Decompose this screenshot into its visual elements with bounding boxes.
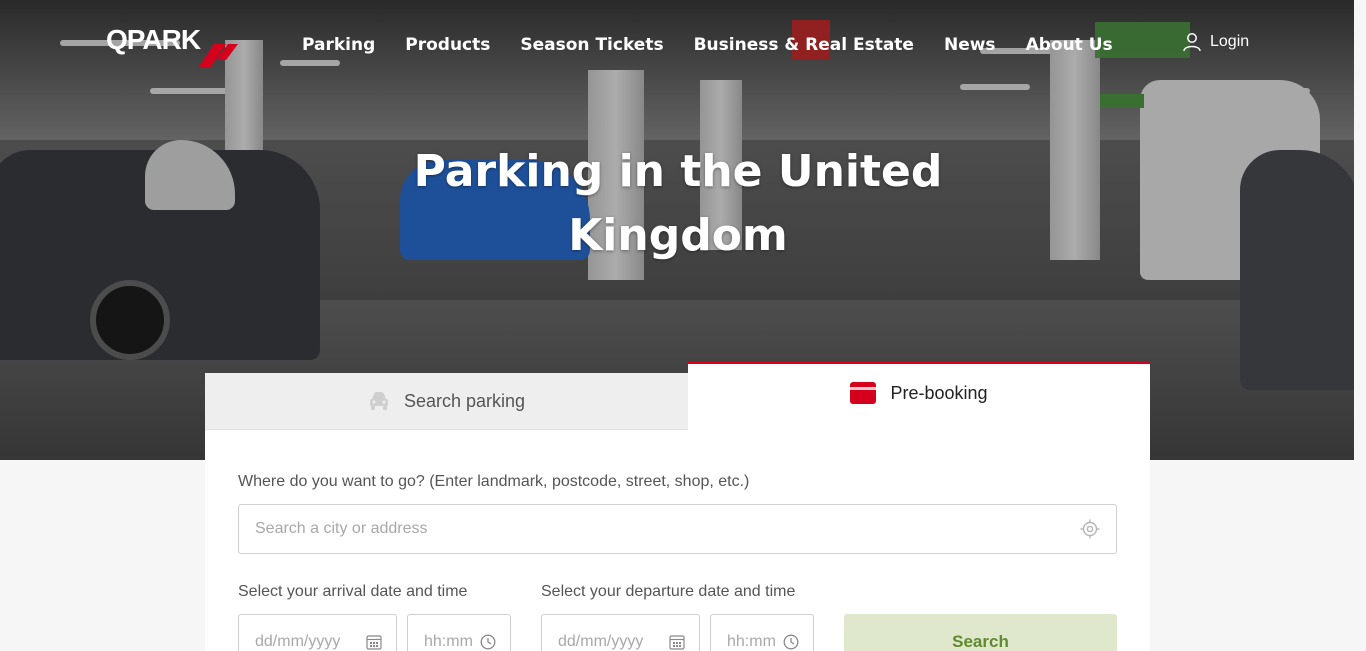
crosshair-icon[interactable]	[1080, 519, 1100, 539]
credit-card-icon	[850, 382, 877, 404]
tab-search-parking-label: Search parking	[403, 390, 526, 411]
arrival-label: Select your arrival date and time	[238, 583, 468, 600]
user-icon	[1183, 33, 1201, 52]
location-field	[238, 504, 1117, 554]
qpark-logo[interactable]: QPARK	[106, 20, 238, 72]
nav-season-tickets[interactable]: Season Tickets	[520, 32, 663, 58]
page-title-line2: Kingdom	[568, 210, 788, 261]
nav-news[interactable]: News	[944, 32, 996, 58]
login-label: Login	[1210, 33, 1250, 50]
nav-business-real-estate[interactable]: Business & Real Estate	[694, 32, 914, 58]
tab-search-parking[interactable]: Search parking	[205, 373, 688, 430]
car-icon	[369, 392, 388, 410]
main-nav: Parking Products Season Tickets Business…	[302, 32, 1113, 58]
calendar-icon[interactable]	[669, 634, 685, 650]
logo-text: QPARK	[106, 24, 201, 55]
booking-form: Where do you want to go? (Enter landmark…	[205, 430, 1150, 651]
logo-slash-icon	[198, 44, 238, 68]
page-title: Parking in the United Kingdom	[383, 140, 973, 268]
location-label: Where do you want to go? (Enter landmark…	[238, 473, 750, 490]
departure-time-field	[710, 614, 814, 651]
search-button[interactable]: Search	[844, 614, 1117, 651]
arrival-date-field	[238, 614, 397, 651]
clock-icon[interactable]	[783, 634, 799, 650]
departure-date-field	[541, 614, 700, 651]
nav-products[interactable]: Products	[405, 32, 490, 58]
calendar-icon[interactable]	[366, 634, 382, 650]
location-input[interactable]	[239, 505, 1116, 553]
departure-label: Select your departure date and time	[541, 583, 796, 600]
nav-about-us[interactable]: About Us	[1026, 32, 1113, 58]
page-title-line1: Parking in the United	[413, 146, 943, 197]
nav-parking[interactable]: Parking	[302, 32, 375, 58]
tab-pre-booking[interactable]: Pre-booking	[688, 361, 1150, 430]
login-link[interactable]: Login	[1182, 32, 1249, 52]
arrival-time-field	[407, 614, 511, 651]
clock-icon[interactable]	[480, 634, 496, 650]
tab-pre-booking-label: Pre-booking	[890, 382, 988, 403]
booking-card: Search parking Pre-booking Where do you …	[205, 361, 1150, 651]
